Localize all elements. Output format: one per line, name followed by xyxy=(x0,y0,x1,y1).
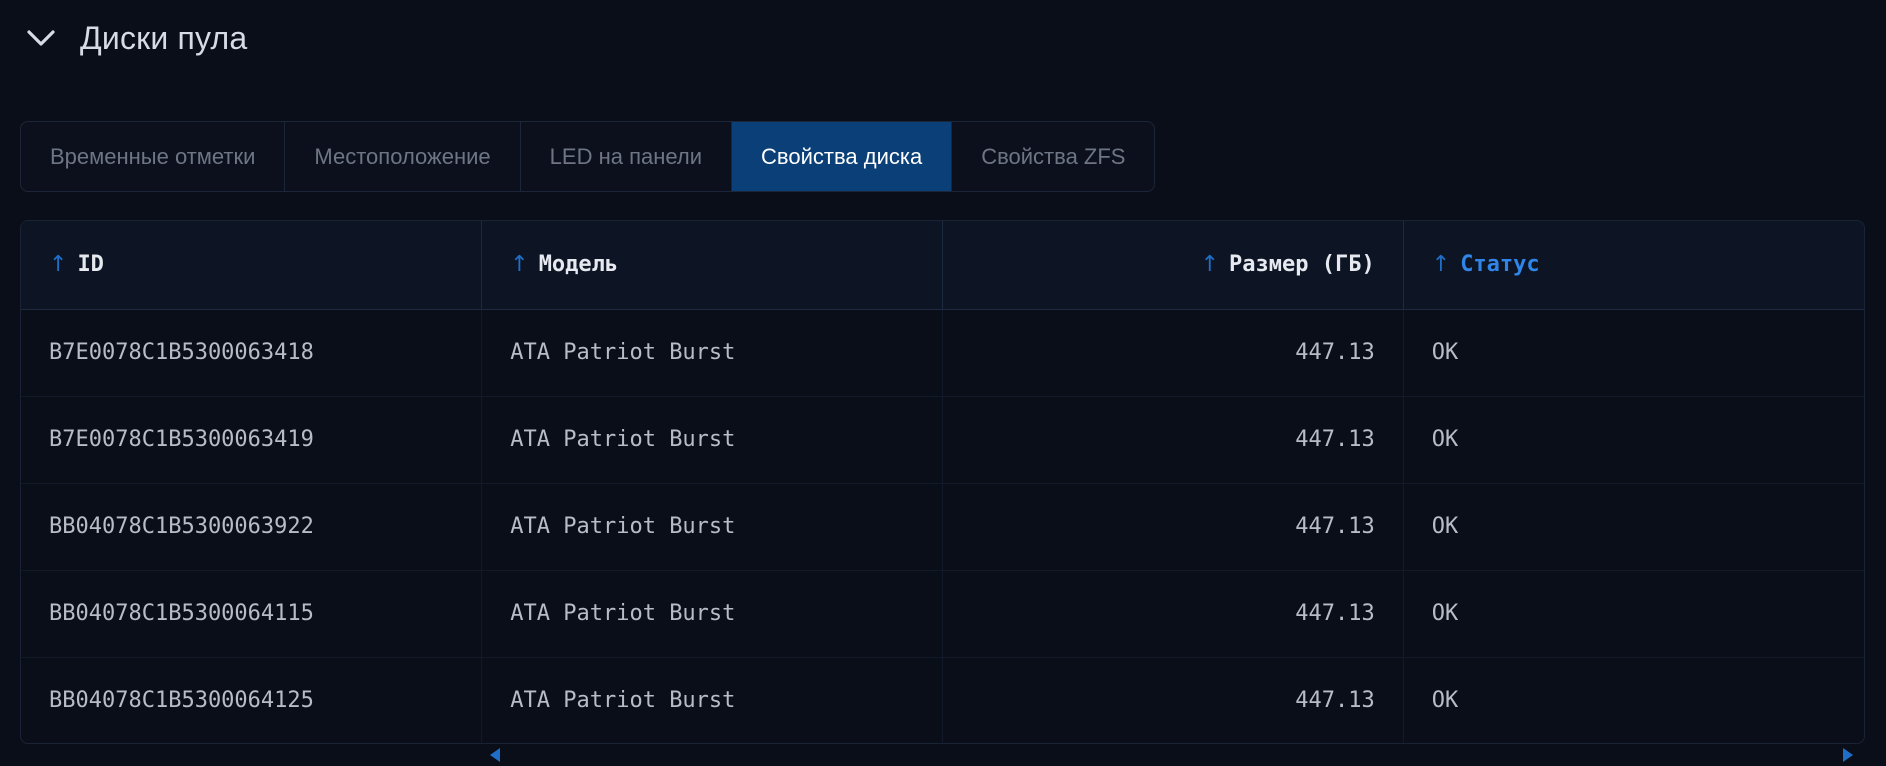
arrow-up-icon: ↑ xyxy=(1431,252,1451,278)
chevron-down-icon[interactable] xyxy=(24,21,58,55)
cell-model: ATA Patriot Burst xyxy=(481,483,943,570)
section-title: Диски пула xyxy=(80,19,248,56)
column-label: Модель xyxy=(538,252,619,278)
cell-status: OK xyxy=(1431,601,1459,626)
column-header-size[interactable]: ↑ Размер (ГБ) xyxy=(942,221,1404,310)
column-header-status[interactable]: ↑ Статус xyxy=(1403,221,1864,310)
pool-disks-section-toggle[interactable]: Диски пула xyxy=(24,18,247,58)
tab-disk-properties[interactable]: Свойства диска xyxy=(732,122,953,191)
cell-id: BB04078C1B5300064125 xyxy=(21,657,483,743)
cell-id: B7E0078C1B5300063419 xyxy=(21,396,483,483)
cell-model: ATA Patriot Burst xyxy=(481,309,943,396)
tab-zfs-properties[interactable]: Свойства ZFS xyxy=(952,122,1154,191)
table-row[interactable]: BB04078C1B5300063922 ATA Patriot Burst 4… xyxy=(21,483,1864,570)
arrow-up-icon: ↑ xyxy=(510,252,529,278)
arrow-up-icon: ↑ xyxy=(1200,252,1220,278)
cell-size: 447.13 xyxy=(942,657,1404,743)
disks-table: ↑ ID ↑ Модель ↑ Размер (ГБ) ↑ Статус B7E0078… xyxy=(20,220,1865,744)
tab-location[interactable]: Местоположение xyxy=(285,122,521,191)
cell-status: OK xyxy=(1431,340,1459,365)
column-label: Размер (ГБ) xyxy=(1229,252,1375,278)
cell-size: 447.13 xyxy=(942,309,1404,396)
cell-size: 447.13 xyxy=(942,570,1404,657)
table-row[interactable]: B7E0078C1B5300063418 ATA Patriot Burst 4… xyxy=(21,309,1864,396)
tab-timestamps[interactable]: Временные отметки xyxy=(21,122,286,191)
arrow-up-icon: ↑ xyxy=(49,252,68,278)
tab-panel-led[interactable]: LED на панели xyxy=(521,122,733,191)
cell-id: BB04078C1B5300064115 xyxy=(21,570,483,657)
column-label: Статус xyxy=(1460,252,1540,278)
scroll-left-icon[interactable] xyxy=(490,748,500,762)
column-header-model[interactable]: ↑ Модель xyxy=(481,221,943,310)
cell-status: OK xyxy=(1431,427,1459,452)
pool-disks-page: Диски пула Временные отметки Местоположе… xyxy=(0,0,1886,766)
cell-status: OK xyxy=(1431,688,1459,714)
disk-tabs: Временные отметки Местоположение LED на … xyxy=(20,121,1156,192)
cell-id: B7E0078C1B5300063418 xyxy=(21,309,483,396)
horizontal-scrollbar[interactable] xyxy=(20,744,1865,766)
table-row[interactable]: BB04078C1B5300064125 ATA Patriot Burst 4… xyxy=(21,657,1864,743)
table-header-row: ↑ ID ↑ Модель ↑ Размер (ГБ) ↑ Статус xyxy=(21,221,1864,310)
column-header-id[interactable]: ↑ ID xyxy=(21,221,483,310)
cell-model: ATA Patriot Burst xyxy=(481,396,943,483)
table-row[interactable]: B7E0078C1B5300063419 ATA Patriot Burst 4… xyxy=(21,396,1864,483)
cell-status: OK xyxy=(1431,514,1459,539)
cell-model: ATA Patriot Burst xyxy=(481,657,943,743)
cell-size: 447.13 xyxy=(942,483,1404,570)
column-label: ID xyxy=(77,252,104,278)
cell-id: BB04078C1B5300063922 xyxy=(21,483,483,570)
cell-size: 447.13 xyxy=(942,396,1404,483)
table-row[interactable]: BB04078C1B5300064115 ATA Patriot Burst 4… xyxy=(21,570,1864,657)
cell-model: ATA Patriot Burst xyxy=(481,570,943,657)
scroll-right-icon[interactable] xyxy=(1843,748,1853,762)
